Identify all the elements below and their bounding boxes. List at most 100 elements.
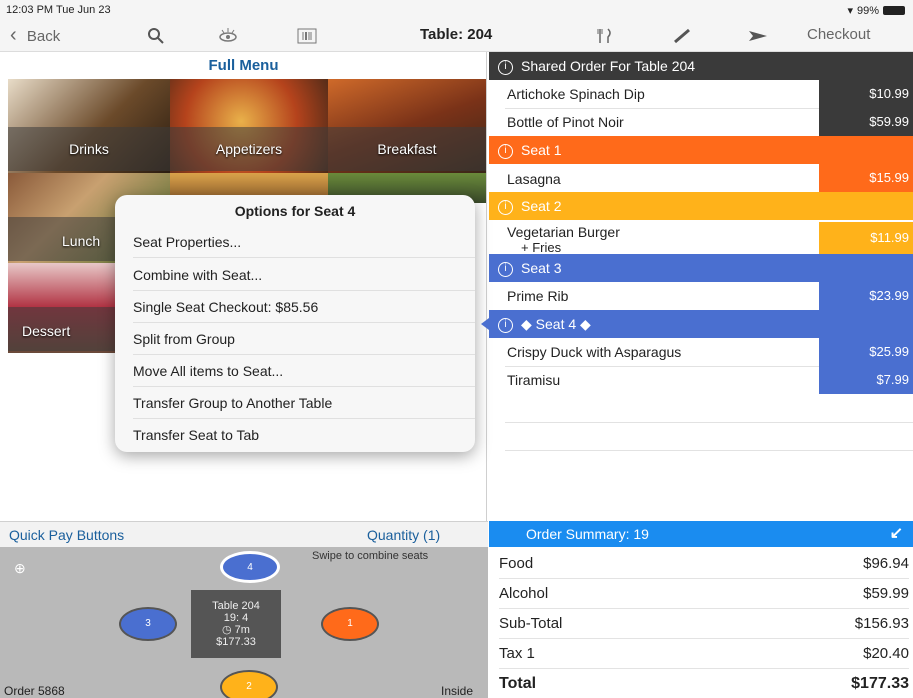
info-icon[interactable]: i [498,143,513,159]
quick-pay-buttons[interactable]: Quick Pay Buttons [9,527,124,543]
row-divider [505,450,913,451]
popover-title: Options for Seat 4 [234,203,356,219]
battery-indicator: ▾ 99% [847,4,905,17]
info-icon[interactable]: i [498,59,513,75]
order-item-price: $11.99 [819,222,913,254]
order-item-name[interactable]: Lasagna [507,171,561,187]
seat-properties-item[interactable]: Seat Properties... [133,226,475,258]
single-seat-checkout-item[interactable]: Single Seat Checkout: $85.56 [133,291,475,323]
seat-number: 2 [246,681,252,692]
category-tile-drinks[interactable]: Drinks [8,79,170,173]
seat-3[interactable]: 3 [119,607,177,641]
order-item-name[interactable]: Bottle of Pinot Noir [507,114,624,130]
summary-label: Tax 1 [499,645,535,662]
category-tile-breakfast[interactable]: Breakfast [328,79,486,173]
back-label: Back [26,28,61,45]
summary-label: Food [499,555,534,572]
summary-value: $96.94 [863,555,909,572]
summary-label: Sub-Total [499,615,563,632]
seat-1-header[interactable]: i Seat 1 [489,136,913,164]
order-number: Order 5868 [4,684,65,698]
utensils-icon[interactable] [596,20,614,52]
order-item-price: $10.99 [819,80,913,108]
seat-label: ◆ Seat 4 ◆ [521,316,591,332]
summary-label: Total [499,675,537,692]
seat-2-header[interactable]: i Seat 2 [489,192,913,220]
order-item-name[interactable]: Prime Rib [507,288,568,304]
chevron-left-icon: ‹ [10,24,17,46]
category-label: Drinks [69,141,109,157]
move-items-item[interactable]: Move All items to Seat... [133,355,475,387]
back-button[interactable]: ‹ Back [10,20,60,52]
summary-value: $156.93 [854,615,909,632]
swipe-hint: Swipe to combine seats [312,550,429,562]
summary-row-alcohol: Alcohol $59.99 [499,579,909,609]
send-icon[interactable] [748,20,768,52]
quantity-button[interactable]: Quantity (1) [367,527,440,543]
seat-4[interactable]: 4 [220,551,280,583]
order-item-price: $25.99 [819,338,913,366]
seat-2[interactable]: 2 [220,670,278,698]
summary-label: Alcohol [499,585,549,602]
category-tile-appetizers[interactable]: Appetizers [170,79,328,173]
order-item-price: $23.99 [819,282,913,310]
split-from-group-item[interactable]: Split from Group [133,323,475,355]
table-name: Table 204 [212,600,260,612]
add-seat-icon[interactable]: ⊕ [14,560,26,577]
order-item-modifier: + Fries [521,240,562,255]
seat-number: 3 [145,618,151,629]
wifi-icon: ▾ [847,5,853,17]
transfer-seat-item[interactable]: Transfer Seat to Tab [133,419,475,451]
order-item-name[interactable]: Tiramisu [507,372,560,388]
seat-options-popover: Options for Seat 4 Seat Properties... Co… [115,195,475,452]
table-time: ◷ 7m [222,624,250,636]
info-icon[interactable]: i [498,261,513,277]
summary-row-food: Food $96.94 [499,549,909,579]
table-total: $177.33 [216,636,256,648]
search-icon[interactable] [147,20,165,52]
order-summary-title: Order Summary: 19 [526,526,649,542]
seat-4-header[interactable]: i ◆ Seat 4 ◆ [481,310,913,338]
status-bar: 12:03 PM Tue Jun 23 ▾ 99% [0,0,913,20]
order-summary-header[interactable]: Order Summary: 19 ↙ [489,521,913,547]
selected-pointer [481,318,489,330]
collapse-arrow-icon[interactable]: ↙ [890,521,903,547]
transfer-group-item[interactable]: Transfer Group to Another Table [133,387,475,419]
info-icon[interactable]: i [498,317,513,333]
seat-label: Seat 3 [521,260,562,276]
eye-icon[interactable] [218,20,238,52]
order-item-name[interactable]: Vegetarian Burger [507,224,620,240]
seat-number: 1 [347,618,353,629]
summary-value: $20.40 [863,645,909,662]
summary-row-subtotal: Sub-Total $156.93 [499,609,909,639]
seat-number: 4 [247,562,253,573]
order-item-price: $7.99 [819,366,913,394]
summary-value: $177.33 [851,675,909,692]
barcode-icon[interactable] [297,20,317,52]
shared-order-header[interactable]: i Shared Order For Table 204 [489,52,913,80]
category-label: Appetizers [215,141,283,157]
quick-pay-bar: Quick Pay Buttons Quantity (1) [0,521,488,547]
seat-label: Seat 2 [521,198,562,214]
seat-3-header[interactable]: i Seat 3 [489,254,913,282]
nav-bar: ‹ Back Table: 204 Checkout [0,20,913,52]
seating-area[interactable]: ⊕ Swipe to combine seats 4 3 1 2 Table 2… [0,547,488,698]
page-title: Table: 204 [420,26,493,43]
info-icon[interactable]: i [498,199,513,215]
battery-icon [883,6,905,15]
battery-percent: 99% [856,4,879,17]
summary-row-tax: Tax 1 $20.40 [499,639,909,669]
checkout-button[interactable]: Checkout [807,20,870,52]
shared-order-title: Shared Order For Table 204 [521,58,696,74]
combine-seat-item[interactable]: Combine with Seat... [133,259,475,291]
row-divider [505,422,913,423]
summary-row-total: Total $177.33 [499,669,909,698]
pencil-icon[interactable] [672,20,692,52]
order-item-name[interactable]: Artichoke Spinach Dip [507,86,645,102]
seat-label: Seat 1 [521,142,562,158]
location-label: Inside [441,684,474,698]
table-204-box[interactable]: Table 204 19: 4 ◷ 7m $177.33 [191,590,281,658]
seat-1[interactable]: 1 [321,607,379,641]
order-item-name[interactable]: Crispy Duck with Asparagus [507,344,681,360]
full-menu-title[interactable]: Full Menu ⌄ [0,52,487,88]
